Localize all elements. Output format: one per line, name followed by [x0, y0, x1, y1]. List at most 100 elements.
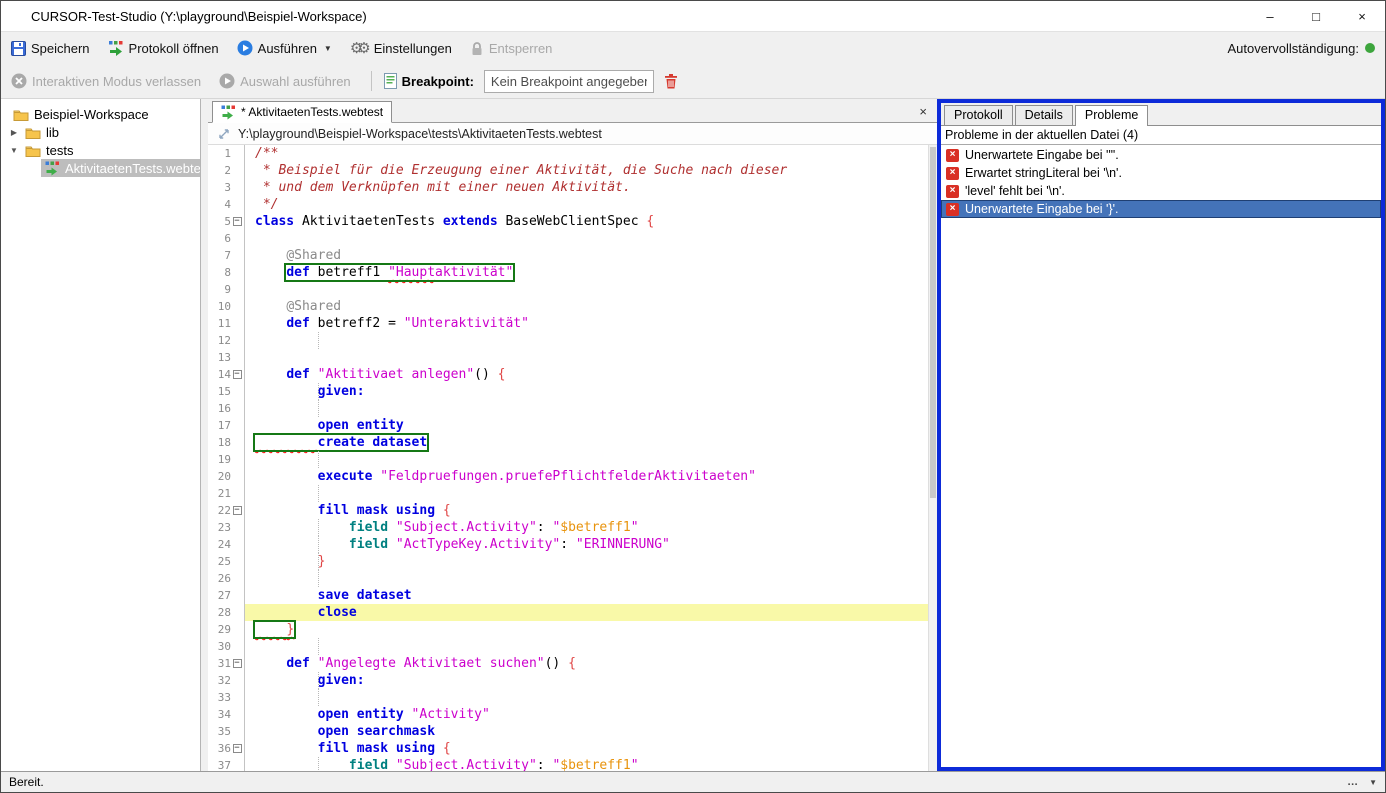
editor-gutter: 21: [208, 485, 245, 502]
editor-gutter: 34: [208, 706, 245, 723]
lock-icon: [470, 41, 484, 56]
code-line-text[interactable]: field "ActTypeKey.Activity": "ERINNERUNG…: [245, 536, 937, 553]
code-line-text[interactable]: class AktivitaetenTests extends BaseWebC…: [245, 213, 937, 230]
main-area: Beispiel-Workspace▶lib▼testsAktivitaeten…: [1, 99, 1385, 771]
code-editor[interactable]: 1/**2 * Beispiel für die Erzeugung einer…: [208, 145, 937, 771]
code-line-text[interactable]: * und dem Verknüpfen mit einer neuen Akt…: [245, 179, 937, 196]
code-line-text[interactable]: open entity: [245, 417, 937, 434]
panel-splitter[interactable]: [201, 99, 208, 771]
code-line-text[interactable]: * Beispiel für die Erzeugung einer Aktiv…: [245, 162, 937, 179]
code-line-text[interactable]: }: [245, 621, 937, 638]
breakpoint-input[interactable]: [484, 70, 654, 93]
editor-gutter: 1: [208, 145, 245, 162]
code-token: (): [545, 656, 568, 671]
problem-item[interactable]: ×Unerwartete Eingabe bei '}'.: [941, 200, 1381, 218]
code-line-text[interactable]: [245, 281, 937, 298]
save-button[interactable]: Speichern: [11, 41, 90, 56]
code-line-text[interactable]: fill mask using {: [245, 502, 937, 519]
code-line-text[interactable]: */: [245, 196, 937, 213]
minimize-button[interactable]: –: [1247, 1, 1293, 31]
fold-marker-icon[interactable]: −: [233, 659, 242, 668]
fold-marker-icon[interactable]: −: [233, 370, 242, 379]
code-line-text[interactable]: @Shared: [245, 247, 937, 264]
expander-closed-icon[interactable]: ▶: [7, 128, 21, 137]
tree-item[interactable]: ▶lib: [1, 123, 200, 141]
code-line-text[interactable]: @Shared: [245, 298, 937, 315]
folder-icon: [13, 108, 29, 121]
unlock-button[interactable]: Entsperren: [470, 41, 553, 56]
fold-marker-icon[interactable]: −: [233, 217, 242, 226]
tree-item[interactable]: ▼tests: [1, 141, 200, 159]
editor-gutter: 24: [208, 536, 245, 553]
problem-item[interactable]: ×Erwartet stringLiteral bei '\n'.: [941, 164, 1381, 182]
code-line-text[interactable]: [245, 638, 937, 655]
breakpoint-group: Breakpoint:: [384, 73, 474, 89]
code-line-text[interactable]: close: [245, 604, 937, 621]
leave-interactive-mode-button[interactable]: Interaktiven Modus verlassen: [11, 73, 201, 89]
code-line-text[interactable]: [245, 332, 937, 349]
code-line-text[interactable]: [245, 230, 937, 247]
code-line-text[interactable]: save dataset: [245, 587, 937, 604]
indent-guide: [318, 400, 319, 417]
status-bar-right: … ▼: [1347, 776, 1377, 788]
tree-item[interactable]: Beispiel-Workspace: [1, 105, 200, 123]
code-token: aktivität": [435, 265, 513, 280]
code-line-text[interactable]: def "Aktitivaet anlegen"() {: [245, 366, 937, 383]
code-line-text[interactable]: execute "Feldpruefungen.pruefePflichtfel…: [245, 468, 937, 485]
code-line-text[interactable]: open entity "Activity": [245, 706, 937, 723]
settings-button[interactable]: ⚙⚙ Einstellungen: [350, 39, 452, 57]
fold-marker-icon[interactable]: −: [233, 506, 242, 515]
problem-item[interactable]: ×'level' fehlt bei '\n'.: [941, 182, 1381, 200]
code-line-text[interactable]: field "Subject.Activity": "$betreff1": [245, 519, 937, 536]
code-line-text[interactable]: def betreff1 "Hauptaktivität": [245, 264, 937, 281]
code-line-text[interactable]: create dataset: [245, 434, 937, 451]
editor-gutter: 18: [208, 434, 245, 451]
overflow-dots-icon[interactable]: …: [1347, 776, 1359, 788]
tab-probleme[interactable]: Probleme: [1075, 105, 1149, 126]
code-line-text[interactable]: open searchmask: [245, 723, 937, 740]
run-dropdown-caret-icon[interactable]: ▼: [324, 44, 332, 53]
overflow-caret-icon[interactable]: ▼: [1369, 778, 1377, 787]
code-line-text[interactable]: def "Angelegte Aktivitaet suchen"() {: [245, 655, 937, 672]
code-line: 24 field "ActTypeKey.Activity": "ERINNER…: [208, 536, 937, 553]
code-line: 27 save dataset: [208, 587, 937, 604]
code-line-text[interactable]: given:: [245, 672, 937, 689]
expander-open-icon[interactable]: ▼: [7, 146, 21, 155]
maximize-button[interactable]: □: [1293, 1, 1339, 31]
code-line-text[interactable]: [245, 349, 937, 366]
code-line-text[interactable]: [245, 451, 937, 468]
code-line-text[interactable]: fill mask using {: [245, 740, 937, 757]
code-line-text[interactable]: given:: [245, 383, 937, 400]
code-line-text[interactable]: }: [245, 553, 937, 570]
editor-scrollbar[interactable]: [928, 145, 937, 771]
code-line-text[interactable]: def betreff2 = "Unteraktivität": [245, 315, 937, 332]
editor-close-button[interactable]: ×: [919, 105, 927, 118]
code-line-text[interactable]: [245, 485, 937, 502]
code-line-text[interactable]: [245, 570, 937, 587]
line-number: 16: [218, 400, 231, 417]
code-line-text[interactable]: field "Subject.Activity": "$betreff1": [245, 757, 937, 771]
code-token: "Activity": [412, 707, 490, 722]
scrollbar-thumb[interactable]: [930, 147, 936, 498]
code-line-text[interactable]: /**: [245, 145, 937, 162]
delete-breakpoint-button[interactable]: [664, 73, 678, 89]
code-token: [255, 469, 318, 484]
code-token: [255, 554, 318, 569]
run-selection-button[interactable]: Auswahl ausführen: [219, 73, 351, 89]
code-line-text[interactable]: [245, 689, 937, 706]
tab-details[interactable]: Details: [1015, 105, 1073, 125]
code-line: 6: [208, 230, 937, 247]
tab-protokoll[interactable]: Protokoll: [944, 105, 1013, 125]
code-line-text[interactable]: [245, 400, 937, 417]
open-log-button[interactable]: Protokoll öffnen: [108, 40, 219, 56]
fold-marker-icon[interactable]: −: [233, 744, 242, 753]
code-token: [255, 724, 318, 739]
editor-tab-label: * AktivitaetenTests.webtest: [241, 105, 383, 119]
problem-item[interactable]: ×Unerwartete Eingabe bei '"'.: [941, 146, 1381, 164]
editor-tab[interactable]: * AktivitaetenTests.webtest: [212, 101, 392, 123]
tree-item[interactable]: AktivitaetenTests.webtest: [1, 159, 200, 177]
code-token: [255, 741, 318, 756]
run-button[interactable]: Ausführen ▼: [237, 40, 332, 56]
close-button[interactable]: ×: [1339, 1, 1385, 31]
editor-gutter: 29: [208, 621, 245, 638]
